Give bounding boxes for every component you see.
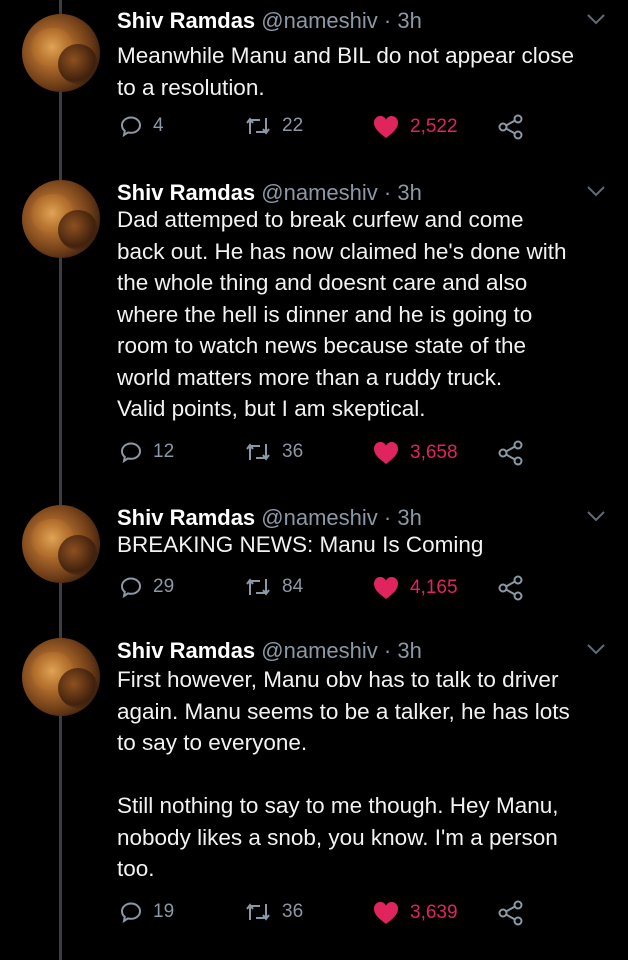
avatar[interactable] xyxy=(22,14,100,92)
retweet-count: 22 xyxy=(282,115,304,136)
author-name[interactable]: Shiv Ramdas xyxy=(117,638,255,663)
retweet-icon xyxy=(246,117,270,135)
tweet-time[interactable]: · 3h xyxy=(384,638,422,663)
tweet-actions: 29 84 4,165 xyxy=(0,575,628,605)
chevron-down-icon[interactable] xyxy=(586,509,606,523)
reply-button[interactable]: 29 xyxy=(119,575,174,599)
tweet-time[interactable]: · 3h xyxy=(384,180,422,205)
like-count: 2,522 xyxy=(410,116,458,137)
tweet[interactable]: Shiv Ramdas @nameshiv · 3h Dad attemped … xyxy=(0,172,628,488)
reply-button[interactable]: 4 xyxy=(119,114,164,138)
tweet-header: Shiv Ramdas @nameshiv · 3h xyxy=(117,8,422,34)
tweet-time[interactable]: · 3h xyxy=(384,8,422,33)
reply-icon xyxy=(120,577,142,599)
reply-button[interactable]: 19 xyxy=(119,900,174,924)
tweet-actions: 12 36 3,658 xyxy=(0,440,628,470)
author-handle[interactable]: @nameshiv xyxy=(261,8,378,33)
chevron-down-icon[interactable] xyxy=(586,12,606,26)
retweet-button[interactable]: 22 xyxy=(244,114,303,138)
heart-icon xyxy=(374,902,398,924)
retweet-button[interactable]: 36 xyxy=(244,900,303,924)
retweet-button[interactable]: 36 xyxy=(244,440,303,464)
share-button[interactable] xyxy=(497,575,525,601)
share-icon xyxy=(498,114,523,140)
tweet[interactable]: Shiv Ramdas @nameshiv · 3h BREAKING NEWS… xyxy=(0,497,628,617)
tweet-text: Dad attemped to break curfew and come ba… xyxy=(117,207,567,421)
tweet-actions: 19 36 3,639 xyxy=(0,900,628,930)
tweet-header: Shiv Ramdas @nameshiv · 3h xyxy=(117,638,422,664)
like-button[interactable]: 2,522 xyxy=(372,114,458,140)
reply-count: 4 xyxy=(153,115,164,136)
tweet[interactable]: Shiv Ramdas @nameshiv · 3h First however… xyxy=(0,630,628,940)
reply-button[interactable]: 12 xyxy=(119,440,174,464)
reply-count: 12 xyxy=(153,441,175,462)
share-icon xyxy=(498,440,523,466)
heart-icon xyxy=(374,442,398,464)
author-handle[interactable]: @nameshiv xyxy=(261,180,378,205)
author-handle[interactable]: @nameshiv xyxy=(261,638,378,663)
heart-icon xyxy=(374,116,398,138)
share-button[interactable] xyxy=(497,114,525,140)
tweet-actions: 4 22 2,522 xyxy=(0,114,628,144)
like-count: 4,165 xyxy=(410,577,458,598)
tweet-text: BREAKING NEWS: Manu Is Coming xyxy=(117,532,484,557)
chevron-down-icon[interactable] xyxy=(586,184,606,198)
tweet-text: Meanwhile Manu and BIL do not appear clo… xyxy=(117,43,574,100)
avatar[interactable] xyxy=(22,638,100,716)
heart-icon xyxy=(374,577,398,599)
like-count: 3,639 xyxy=(410,902,458,923)
share-button[interactable] xyxy=(497,440,525,466)
tweet[interactable]: Shiv Ramdas @nameshiv · 3h Meanwhile Man… xyxy=(0,0,628,160)
retweet-count: 36 xyxy=(282,901,304,922)
author-name[interactable]: Shiv Ramdas xyxy=(117,180,255,205)
retweet-count: 36 xyxy=(282,441,304,462)
avatar[interactable] xyxy=(22,505,100,583)
tweet-header: Shiv Ramdas @nameshiv · 3h xyxy=(117,505,422,531)
tweet-text: First however, Manu obv has to talk to d… xyxy=(117,667,570,881)
reply-icon xyxy=(120,902,142,924)
retweet-icon xyxy=(246,578,270,596)
like-count: 3,658 xyxy=(410,442,458,463)
reply-count: 19 xyxy=(153,901,175,922)
tweet-time[interactable]: · 3h xyxy=(384,505,422,530)
share-button[interactable] xyxy=(497,900,525,926)
share-icon xyxy=(498,900,523,926)
like-button[interactable]: 3,658 xyxy=(372,440,458,466)
retweet-button[interactable]: 84 xyxy=(244,575,303,599)
retweet-icon xyxy=(246,903,270,921)
share-icon xyxy=(498,575,523,601)
author-handle[interactable]: @nameshiv xyxy=(261,505,378,530)
chevron-down-icon[interactable] xyxy=(586,642,606,656)
like-button[interactable]: 4,165 xyxy=(372,575,458,601)
tweet-header: Shiv Ramdas @nameshiv · 3h xyxy=(117,180,422,206)
reply-count: 29 xyxy=(153,576,175,597)
reply-icon xyxy=(120,442,142,464)
retweet-count: 84 xyxy=(282,576,304,597)
reply-icon xyxy=(120,116,142,138)
retweet-icon xyxy=(246,443,270,461)
like-button[interactable]: 3,639 xyxy=(372,900,458,926)
avatar[interactable] xyxy=(22,180,100,258)
author-name[interactable]: Shiv Ramdas xyxy=(117,8,255,33)
author-name[interactable]: Shiv Ramdas xyxy=(117,505,255,530)
